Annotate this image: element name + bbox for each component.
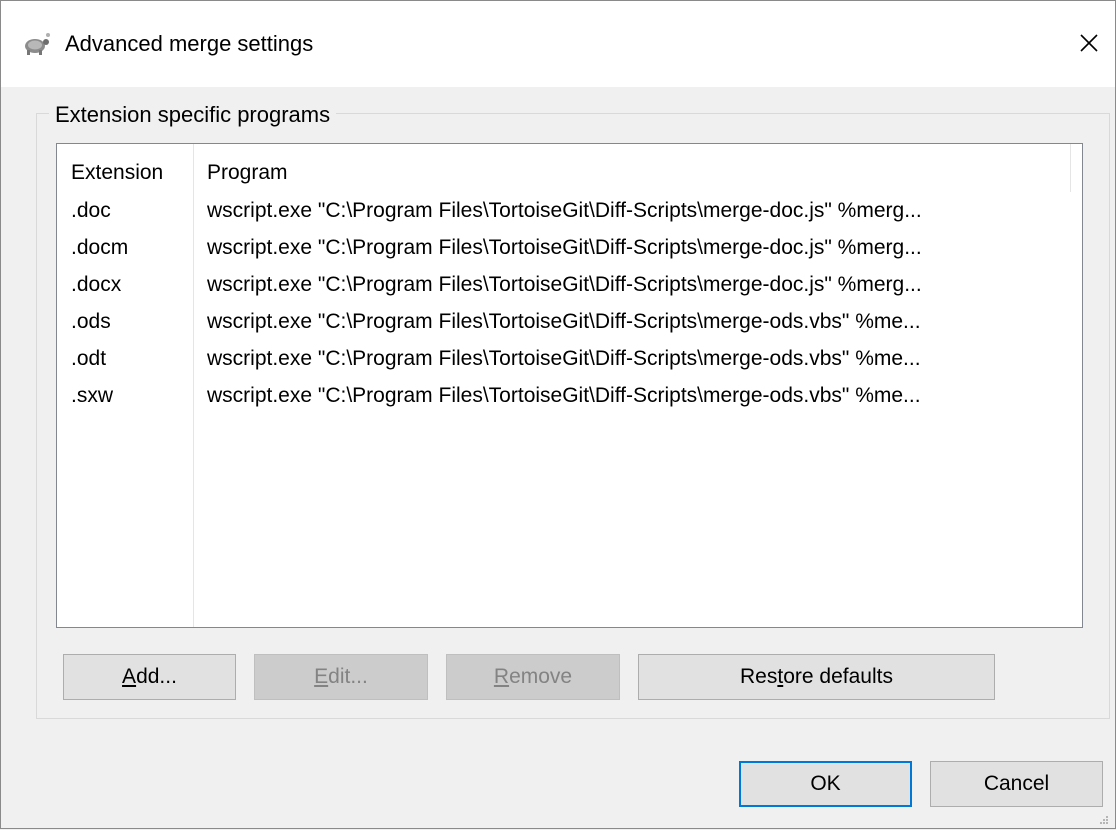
tortoisegit-icon (21, 31, 51, 57)
program-cell: wscript.exe "C:\Program Files\TortoiseGi… (207, 273, 922, 296)
close-button[interactable] (1069, 25, 1109, 65)
resize-grip-icon[interactable] (1099, 812, 1109, 824)
program-cell: wscript.exe "C:\Program Files\TortoiseGi… (207, 347, 921, 370)
extension-cell: .doc (71, 199, 111, 222)
extension-program-list[interactable]: Extension Program .doc wscript.exe "C:\P… (56, 143, 1083, 628)
add-button-label: Add... (122, 665, 177, 688)
list-row[interactable]: .docm wscript.exe "C:\Program Files\Tort… (57, 229, 1082, 266)
edit-button[interactable]: Edit... (254, 654, 428, 700)
extension-cell: .ods (71, 310, 111, 333)
edit-button-label: Edit... (314, 665, 368, 688)
extension-cell: .docm (71, 236, 129, 259)
list-row[interactable]: .docx wscript.exe "C:\Program Files\Tort… (57, 266, 1082, 303)
restore-defaults-label: Restore defaults (740, 665, 893, 688)
dialog-window: Advanced merge settings Extension specif… (0, 0, 1116, 829)
program-cell: wscript.exe "C:\Program Files\TortoiseGi… (207, 199, 922, 222)
column-header-program[interactable]: Program (207, 158, 288, 188)
ok-button[interactable]: OK (739, 761, 912, 807)
title-bar[interactable]: Advanced merge settings (1, 1, 1115, 87)
list-header: Extension Program (57, 158, 1082, 188)
extension-cell: .odt (71, 347, 107, 370)
remove-button-label: Remove (493, 665, 573, 688)
column-header-extension[interactable]: Extension (71, 158, 163, 188)
list-rows: .doc wscript.exe "C:\Program Files\Torto… (57, 192, 1082, 414)
group-label: Extension specific programs (49, 101, 337, 129)
cancel-button[interactable]: Cancel (930, 761, 1103, 807)
program-cell: wscript.exe "C:\Program Files\TortoiseGi… (207, 384, 921, 407)
list-row[interactable]: .sxw wscript.exe "C:\Program Files\Torto… (57, 377, 1082, 414)
list-row[interactable]: .odt wscript.exe "C:\Program Files\Torto… (57, 340, 1082, 377)
window-title: Advanced merge settings (65, 31, 314, 56)
list-row[interactable]: .ods wscript.exe "C:\Program Files\Torto… (57, 303, 1082, 340)
program-cell: wscript.exe "C:\Program Files\TortoiseGi… (207, 236, 922, 259)
add-button[interactable]: Add... (63, 654, 236, 700)
extension-cell: .sxw (71, 384, 113, 407)
restore-defaults-button[interactable]: Restore defaults (638, 654, 995, 700)
extension-cell: .docx (71, 273, 122, 296)
list-row[interactable]: .doc wscript.exe "C:\Program Files\Torto… (57, 192, 1082, 229)
close-icon (1079, 33, 1099, 58)
program-cell: wscript.exe "C:\Program Files\TortoiseGi… (207, 310, 921, 333)
remove-button[interactable]: Remove (446, 654, 620, 700)
